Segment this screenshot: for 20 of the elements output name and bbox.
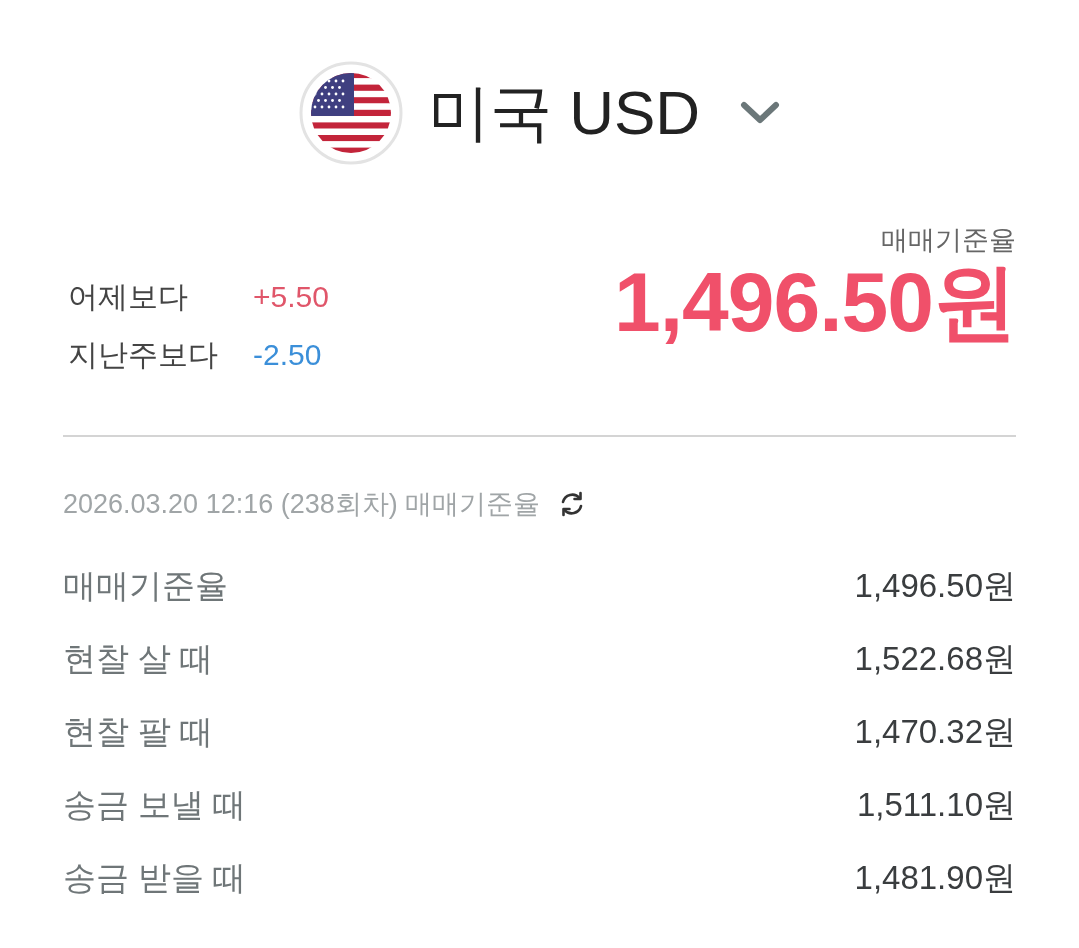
timestamp: 2026.03.20 12:16 (238회차) 매매기준율: [63, 488, 541, 521]
change-value: -2.50: [253, 338, 322, 372]
change-label: 지난주보다: [68, 336, 219, 373]
rate-amount: 1,470.32원: [854, 712, 1016, 752]
change-label: 어제보다: [68, 278, 189, 315]
rate-type-label: 송금 받을 때: [63, 858, 247, 898]
rate-label: 매매기준율: [881, 224, 1016, 257]
change-value: +5.50: [253, 280, 329, 314]
rate-amount: 1,511.10원: [857, 785, 1016, 825]
rate-type-label: 현찰 살 때: [63, 639, 214, 679]
flag-icon: [298, 61, 403, 165]
rate-amount: 1,496.50원: [854, 566, 1016, 606]
rate-type-label: 현찰 팔 때: [63, 712, 214, 752]
rate-type-label: 매매기준율: [63, 566, 228, 606]
caret-icon: [740, 101, 781, 125]
currency-selector[interactable]: 미국 USD: [298, 61, 781, 165]
rate-amount: 1,522.68원: [854, 639, 1016, 679]
rate-type-label: 송금 보낼 때: [63, 785, 247, 825]
rate-value: 1,496.50원: [614, 257, 1016, 347]
rate-amount: 1,481.90원: [854, 858, 1016, 898]
